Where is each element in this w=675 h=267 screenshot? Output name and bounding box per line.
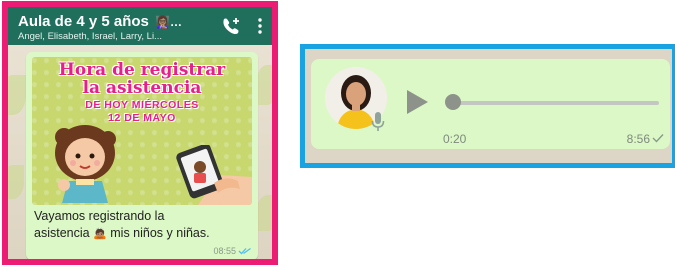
message-timestamp: 08:55 <box>213 246 236 256</box>
audio-duration: 0:20 <box>443 132 467 146</box>
message-text-line1: Vayamos registrando la <box>34 209 165 223</box>
chat-members-list: Angel, Elisabeth, Israel, Larry, Li... <box>18 31 162 42</box>
message-text: Vayamos registrando la asistencia 🙇🏽 mis… <box>34 208 250 243</box>
background-leaf <box>8 75 26 115</box>
attendance-poster-image[interactable]: Hora de registrar la asistencia DE HOY M… <box>32 57 252 205</box>
message-text-line2: asistencia <box>34 226 90 240</box>
message-emoji: 🙇🏽 <box>93 228 107 240</box>
poster-title-line2: la asistencia <box>82 78 202 98</box>
add-call-icon[interactable] <box>220 16 242 36</box>
chat-screenshot-frame: Aula de 4 y 5 años 👩🏽‍🏫… Angel, Elisabet… <box>2 1 278 265</box>
background-leaf <box>256 195 272 231</box>
voice-message-bubble[interactable]: 0:20 8:56 <box>311 59 670 149</box>
image-message-bubble[interactable]: Hora de registrar la asistencia DE HOY M… <box>26 52 258 259</box>
phone-illustration <box>176 145 252 205</box>
message-text-line2-end: mis niños y niñas. <box>106 226 210 240</box>
microphone-icon <box>371 112 385 131</box>
audio-seek-handle[interactable] <box>445 94 461 110</box>
background-leaf <box>256 65 272 105</box>
chat-window: Aula de 4 y 5 años 👩🏽‍🏫… Angel, Elisabet… <box>8 7 272 259</box>
more-options-icon[interactable] <box>256 17 264 35</box>
poster-title-line1: Hora de registrar <box>58 60 226 80</box>
girl-illustration <box>55 125 116 203</box>
audio-progress-track[interactable] <box>453 101 659 105</box>
chat-header[interactable]: Aula de 4 y 5 años 👩🏽‍🏫… Angel, Elisabet… <box>8 7 272 45</box>
chat-title[interactable]: Aula de 4 y 5 años 👩🏽‍🏫… <box>18 13 182 30</box>
background-leaf <box>8 165 24 199</box>
chat-title-emoji: 👩🏽‍🏫… <box>155 15 183 29</box>
play-icon[interactable] <box>405 89 429 115</box>
message-timestamp: 8:56 <box>626 132 650 146</box>
check-icon <box>652 134 664 143</box>
voice-note-frame: 0:20 8:56 <box>300 44 675 168</box>
chat-title-text: Aula de 4 y 5 años <box>18 13 149 30</box>
poster-day: DE HOY MIÉRCOLES <box>85 99 199 111</box>
voice-note-area: 0:20 8:56 <box>305 49 672 163</box>
double-check-icon <box>238 247 251 255</box>
poster-title: Hora de registrar la asistencia <box>32 61 252 97</box>
